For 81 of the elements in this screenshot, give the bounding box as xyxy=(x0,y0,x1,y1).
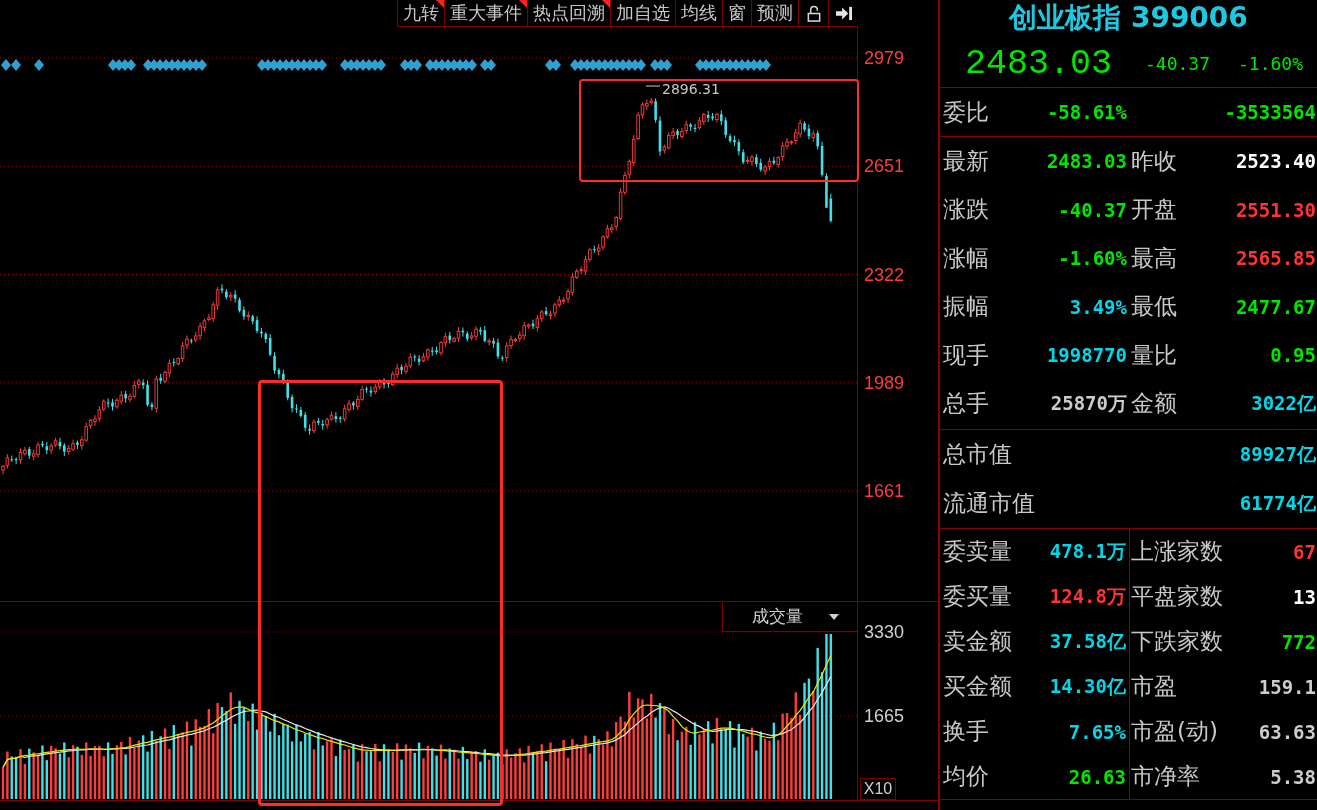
stat-value: 1998770 xyxy=(1046,344,1127,367)
toolbar-button[interactable]: 加自选 xyxy=(610,0,675,27)
volume-axis-label: 1665 xyxy=(864,706,905,726)
stat-label: 涨跌 xyxy=(943,195,989,225)
corner-flag-icon xyxy=(602,0,610,8)
stat-label: 均价 xyxy=(943,762,989,791)
toolbar-button[interactable]: 窗 xyxy=(722,0,751,27)
stat-label: 振幅 xyxy=(943,292,989,322)
stat-value: 124.8万 xyxy=(1049,583,1126,609)
toolbar-button[interactable]: 热点回溯 xyxy=(527,0,610,27)
stat-value: -1.60% xyxy=(1058,247,1127,270)
stat-value: 2483.03 xyxy=(1046,150,1127,173)
stat-value: 89927亿 xyxy=(1239,441,1316,467)
stat-label: 平盘家数 xyxy=(1131,582,1223,611)
stat-value: -58.61% xyxy=(1046,101,1127,123)
stat-value: 7.65% xyxy=(1068,720,1126,743)
last-price: 2483.03 xyxy=(964,43,1114,84)
padlock-icon xyxy=(805,4,822,22)
price-change: -40.37 xyxy=(1145,53,1212,74)
stat-value: 2523.40 xyxy=(1235,150,1316,173)
stat-label: 下跌家数 xyxy=(1131,627,1223,656)
stat-value: 2565.85 xyxy=(1235,247,1316,270)
stat-label: 市盈(动) xyxy=(1131,717,1218,746)
collapse-button[interactable] xyxy=(828,0,858,27)
stat-value: 37.58亿 xyxy=(1049,628,1126,654)
stat-value: 2551.30 xyxy=(1235,198,1316,221)
stat-value: 159.1 xyxy=(1258,675,1316,698)
stat-label: 现手 xyxy=(943,340,989,370)
stat-value: 26.63 xyxy=(1068,765,1126,788)
price-axis-label: 1661 xyxy=(864,481,905,501)
lock-button[interactable] xyxy=(798,0,828,27)
stat-label: 金额 xyxy=(1131,389,1177,419)
stat-value: 13 xyxy=(1293,585,1316,608)
stat-label: 委卖量 xyxy=(943,537,1012,566)
stat-value: 3.49% xyxy=(1069,295,1127,318)
stat-value: 772 xyxy=(1281,630,1316,653)
stat-label: 昨收 xyxy=(1131,146,1177,176)
stat-value: 63.63 xyxy=(1258,720,1316,743)
stat-value: 5.38 xyxy=(1270,765,1316,788)
stat-value: -40.37 xyxy=(1058,198,1127,221)
stat-value: 478.1万 xyxy=(1049,538,1126,564)
stat-label: 委比 xyxy=(943,97,989,127)
price-axis-label: 2322 xyxy=(864,264,905,285)
stat-label: 最高 xyxy=(1131,243,1177,273)
stat-label: 涨幅 xyxy=(943,243,989,273)
caret-icon xyxy=(828,613,839,620)
stat-label: 委买量 xyxy=(943,582,1012,611)
stat-label: 总手 xyxy=(943,389,989,419)
stat-value: 3022亿 xyxy=(1251,390,1316,416)
scale-factor-label: X10 xyxy=(860,778,896,800)
volume-axis-label: 3330 xyxy=(864,622,905,642)
toolbar-button[interactable]: 九转 xyxy=(397,0,444,27)
stat-value: 0.95 xyxy=(1270,344,1316,367)
stat-value: 14.30亿 xyxy=(1049,673,1126,699)
stat-value: 25870万 xyxy=(1050,390,1127,416)
arrow-to-bar-icon xyxy=(835,4,852,22)
stat-value: 2477.67 xyxy=(1235,295,1316,318)
stat-label: 买金额 xyxy=(943,672,1012,701)
stat-label: 量比 xyxy=(1131,340,1177,370)
stat-label: 卖金额 xyxy=(943,627,1012,656)
price-change-percent: -1.60% xyxy=(1236,53,1304,74)
stat-label: 最新 xyxy=(943,146,989,176)
index-title: 创业板指 399006 xyxy=(1007,0,1249,36)
stat-label: 总市值 xyxy=(943,440,1012,469)
stat-value: 61774亿 xyxy=(1239,490,1316,516)
stat-label: 市净率 xyxy=(1131,762,1200,791)
stat-label: 最低 xyxy=(1131,292,1177,322)
stat-label: 换手 xyxy=(943,717,989,746)
indicator-dropdown[interactable]: 成交量 xyxy=(722,602,857,632)
stat-label: 开盘 xyxy=(1131,195,1177,225)
stat-value: -3533564 xyxy=(1224,101,1316,123)
price-axis-label: 2651 xyxy=(864,156,905,177)
toolbar-button[interactable]: 预测 xyxy=(751,0,798,27)
stat-label: 流通市值 xyxy=(943,489,1035,518)
price-axis-label: 2979 xyxy=(864,48,905,68)
toolbar-button[interactable]: 重大事件 xyxy=(444,0,527,27)
stat-label: 上涨家数 xyxy=(1131,537,1223,566)
stat-label: 市盈 xyxy=(1131,672,1177,701)
toolbar-button[interactable]: 均线 xyxy=(675,0,722,27)
price-axis-label: 1989 xyxy=(864,372,905,393)
stat-value: 67 xyxy=(1293,540,1316,563)
